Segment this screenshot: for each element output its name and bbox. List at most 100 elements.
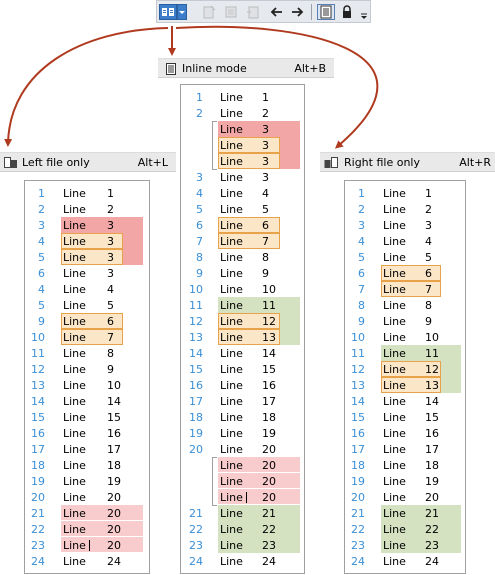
line-value: 12	[425, 363, 439, 376]
menu-shortcut: Alt+R	[459, 156, 491, 169]
lock-icon[interactable]	[339, 4, 355, 20]
document-list-icon[interactable]	[317, 4, 335, 20]
line-number: 7	[196, 235, 203, 248]
code-line: 8 Line 8	[345, 297, 465, 313]
code-line: 10 Line 10	[345, 329, 465, 345]
tool-icon-1[interactable]	[201, 4, 217, 20]
line-word: Line	[383, 475, 406, 488]
line-value: 3	[107, 235, 114, 248]
text-caret	[89, 540, 90, 551]
line-number: 12	[189, 315, 203, 328]
line-value: 20	[262, 475, 276, 488]
dropdown-arrow-icon[interactable]	[177, 4, 187, 20]
line-word: Line	[220, 315, 243, 328]
code-line: 8 Line 8	[181, 249, 304, 265]
line-value: 11	[425, 347, 439, 360]
line-value: 5	[262, 203, 269, 216]
line-word: Line	[383, 267, 406, 280]
menu-item-right-file-only[interactable]: Right file only Alt+R	[320, 152, 495, 172]
line-value: 5	[425, 251, 432, 264]
line-word: Line	[383, 459, 406, 472]
line-value: 5	[107, 299, 114, 312]
toolbar	[156, 0, 371, 23]
line-number: 17	[31, 443, 45, 456]
line-number: 23	[31, 539, 45, 552]
line-number: 8	[358, 299, 365, 312]
line-word: Line	[383, 491, 406, 504]
line-value: 20	[107, 507, 121, 520]
line-number: 15	[189, 363, 203, 376]
line-word: Line	[220, 187, 243, 200]
line-word: Line	[63, 267, 86, 280]
line-number: 1	[38, 187, 45, 200]
line-word: Line	[220, 539, 243, 552]
line-value: 3	[262, 123, 269, 136]
line-number: 22	[351, 523, 365, 536]
right-file-panel: 1 Line 1 2 Line 2 3 Line 3 4 Line 4 5 Line 5 6 Line 6 7 Lin…	[344, 180, 466, 574]
code-line: 5 Line 5	[181, 201, 304, 217]
line-value: 14	[262, 347, 276, 360]
line-value: 3	[107, 219, 114, 232]
line-word: Line	[63, 491, 86, 504]
line-word: Line	[63, 299, 86, 312]
code-line: Line 3	[181, 121, 304, 137]
arrow-right-icon[interactable]	[289, 4, 305, 20]
line-word: Line	[383, 235, 406, 248]
line-number: 4	[38, 283, 45, 296]
line-word: Line	[383, 315, 406, 328]
view-mode-icon[interactable]	[159, 4, 177, 20]
code-line: 4 Line 4	[25, 281, 149, 297]
line-number: 19	[189, 427, 203, 440]
line-word: Line	[220, 379, 243, 392]
line-word: Line	[63, 539, 86, 552]
line-word: Line	[63, 331, 86, 344]
line-value: 9	[107, 363, 114, 376]
line-value: 21	[425, 507, 439, 520]
line-number: 10	[31, 331, 45, 344]
code-line: 16 Line 16	[345, 425, 465, 441]
arrow-left-icon[interactable]	[269, 4, 285, 20]
line-value: 2	[262, 107, 269, 120]
code-line: Line 20	[181, 489, 304, 505]
code-line: 14 Line 14	[345, 393, 465, 409]
line-value: 1	[425, 187, 432, 200]
code-line: 13 Line 13	[345, 377, 465, 393]
tool-icon-2[interactable]	[223, 4, 239, 20]
line-number: 12	[351, 363, 365, 376]
code-line: 4 Line 4	[345, 233, 465, 249]
code-line: 15 Line 15	[345, 409, 465, 425]
line-value: 13	[262, 331, 276, 344]
line-number: 6	[358, 267, 365, 280]
line-number: 11	[31, 347, 45, 360]
line-number: 1	[358, 187, 365, 200]
line-value: 22	[425, 523, 439, 536]
line-value: 17	[425, 443, 439, 456]
line-value: 8	[107, 347, 114, 360]
code-line: 7 Line 7	[181, 233, 304, 249]
line-word: Line	[63, 459, 86, 472]
code-line: 14 Line 14	[25, 393, 149, 409]
tool-icon-3[interactable]	[245, 4, 261, 20]
arrow-to-left	[4, 27, 169, 147]
line-word: Line	[383, 203, 406, 216]
line-number: 20	[351, 491, 365, 504]
line-number: 9	[196, 267, 203, 280]
menu-item-left-file-only[interactable]: Left file only Alt+L	[0, 152, 176, 172]
code-line: 16 Line 16	[25, 425, 149, 441]
left-file-panel: 1 Line 1 2 Line 2 3 Line 3 4 Line 3 5 Line 3 6 Line 3 4 Lin…	[24, 180, 150, 574]
code-line: 22 Line 22	[345, 521, 465, 537]
insertion-bracket	[212, 457, 217, 506]
line-value: 9	[262, 267, 269, 280]
code-line: 6 Line 3	[25, 265, 149, 281]
line-number: 20	[31, 491, 45, 504]
line-value: 23	[262, 539, 276, 552]
menu-item-inline-mode[interactable]: Inline mode Alt+B	[158, 58, 334, 78]
line-number: 10	[189, 283, 203, 296]
line-word: Line	[383, 411, 406, 424]
line-value: 4	[107, 283, 114, 296]
line-value: 6	[107, 315, 114, 328]
line-number: 21	[351, 507, 365, 520]
line-value: 19	[425, 475, 439, 488]
overflow-chevron-icon[interactable]	[359, 4, 369, 20]
line-word: Line	[383, 539, 406, 552]
